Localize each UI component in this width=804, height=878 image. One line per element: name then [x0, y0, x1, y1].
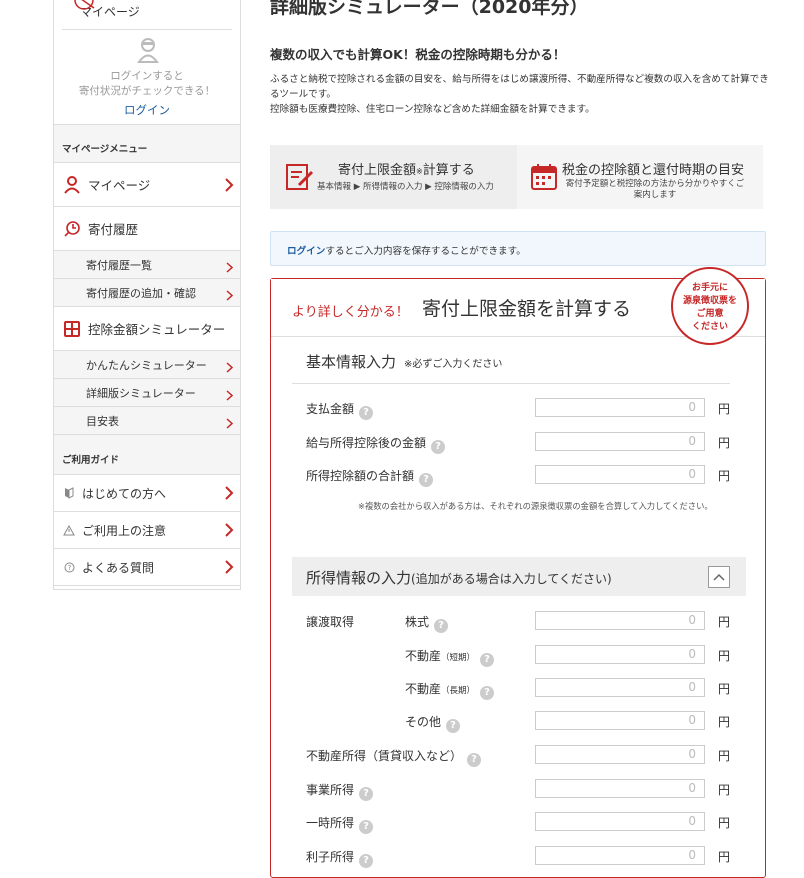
realestate-short-input[interactable]: 0: [535, 645, 705, 664]
login-box: マイページ ログインすると 寄付状況がチェックできる！ ログイン: [54, 0, 240, 125]
form-edit-icon: [285, 163, 315, 195]
beginner-mark-icon: [62, 487, 76, 499]
lead-text: 複数の収入でも計算OK！税金の控除時期も分かる！: [270, 47, 566, 62]
sidebar-item-guide-table[interactable]: 目安表: [54, 407, 240, 435]
calendar-icon: [530, 163, 558, 195]
chevron-right-icon: [225, 178, 234, 192]
calculator-icon: [62, 319, 82, 339]
rental-income-input[interactable]: 0: [535, 745, 705, 764]
help-icon[interactable]: ?: [480, 653, 495, 667]
help-icon[interactable]: ?: [359, 787, 374, 801]
page-title: 詳細版シミュレーター（2020年分）: [270, 0, 589, 18]
chevron-right-icon: [225, 486, 234, 500]
stock-input[interactable]: 0: [535, 611, 705, 630]
chevron-right-icon: [226, 390, 233, 401]
usage-guide-heading: ご利用ガイド: [54, 435, 240, 475]
chevron-right-icon: [225, 560, 234, 574]
mypage-icon: [68, 0, 100, 17]
help-icon[interactable]: ?: [359, 854, 374, 868]
payment-input[interactable]: 0: [535, 398, 705, 417]
help-icon[interactable]: ?: [359, 820, 374, 834]
svg-text:?: ?: [67, 564, 71, 572]
description: ふるさと納税で控除される金額の目安を、給与所得をはじめ譲渡所得、不動産所得など複…: [270, 74, 769, 115]
help-icon[interactable]: ?: [431, 440, 446, 454]
notice-login-link[interactable]: ログイン: [287, 246, 325, 257]
sidebar-item-easy-simulator[interactable]: かんたんシミュレーター: [54, 351, 240, 379]
temporary-income-input[interactable]: 0: [535, 812, 705, 831]
calc-panel: より詳しく分かる！ 寄付上限金額を計算する お手元に 源泉徴収票を ご用意 くだ…: [270, 267, 766, 878]
help-icon[interactable]: ?: [446, 719, 461, 733]
sidebar-item-beginners[interactable]: はじめての方へ: [54, 475, 240, 512]
sidebar-item-donation-history[interactable]: 寄付履歴: [54, 207, 240, 251]
login-notice: ログインするとご入力内容を保存することができます。: [270, 231, 766, 266]
realestate-long-input[interactable]: 0: [535, 678, 705, 697]
question-circle-icon: ?: [62, 562, 76, 573]
mypage-menu-heading: マイページメニュー: [54, 125, 240, 163]
interest-income-input[interactable]: 0: [535, 846, 705, 865]
guest-avatar-icon: [137, 37, 159, 67]
chevron-right-icon: [226, 290, 233, 301]
sidebar-item-history-list[interactable]: 寄付履歴一覧: [54, 251, 240, 279]
history-icon: [62, 219, 82, 239]
login-note: ログインすると 寄付状況がチェックできる！: [78, 70, 216, 97]
other-transfer-input[interactable]: 0: [535, 711, 705, 730]
sidebar-item-mypage[interactable]: マイページ: [54, 163, 240, 207]
tab-deduction-timing[interactable]: 税金の控除額と還付時期の目安 寄付予定額と税控除の方法から分かりやすくご案内しま…: [517, 145, 763, 209]
chevron-up-icon: [713, 573, 725, 581]
tab-donation-limit[interactable]: 寄付上限金額※計算する 基本情報 ▶ 所得情報の入力 ▶ 控除情報の入力: [270, 145, 517, 209]
basic-info-title: 基本情報入力 ※必ずご入力ください: [306, 353, 503, 371]
help-icon[interactable]: ?: [419, 473, 434, 487]
sidebar-item-detail-simulator[interactable]: 詳細版シミュレーター: [54, 379, 240, 407]
help-icon[interactable]: ?: [480, 686, 495, 700]
sidebar: マイページ ログインすると 寄付状況がチェックできる！ ログイン マイページメニ…: [53, 0, 241, 590]
help-icon[interactable]: ?: [467, 753, 482, 767]
salary-after-deduction-input[interactable]: 0: [535, 432, 705, 451]
sidebar-item-history-add[interactable]: 寄付履歴の追加・確認: [54, 279, 240, 307]
person-icon: [62, 175, 82, 195]
sidebar-item-cautions[interactable]: ご利用上の注意: [54, 512, 240, 549]
simulator-tabs: 寄付上限金額※計算する 基本情報 ▶ 所得情報の入力 ▶ 控除情報の入力 税金の…: [270, 145, 763, 209]
withholding-slip-badge: お手元に 源泉徴収票を ご用意 ください: [671, 267, 749, 345]
deduction-total-input[interactable]: 0: [535, 465, 705, 484]
sidebar-item-simulator[interactable]: 控除金額シミュレーター: [54, 307, 240, 351]
help-icon[interactable]: ?: [434, 619, 449, 633]
sidebar-login-link[interactable]: ログイン: [54, 102, 240, 118]
sidebar-mypage-link[interactable]: マイページ: [62, 0, 232, 30]
multiple-company-note: ※複数の会社から収入がある方は、それぞれの源泉徴収票の金額を合算して入力してくだ…: [358, 501, 713, 511]
chevron-right-icon: [226, 418, 233, 429]
chevron-right-icon: [225, 523, 234, 537]
income-info-section-header: 所得情報の入力(追加がある場合は入力してください): [292, 557, 746, 596]
chevron-right-icon: [226, 262, 233, 273]
help-icon[interactable]: ?: [359, 406, 374, 420]
warning-icon: [62, 524, 76, 536]
sidebar-item-faq[interactable]: ? よくある質問: [54, 549, 240, 586]
collapse-toggle-button[interactable]: [708, 566, 730, 588]
business-income-input[interactable]: 0: [535, 779, 705, 798]
chevron-right-icon: [226, 362, 233, 373]
